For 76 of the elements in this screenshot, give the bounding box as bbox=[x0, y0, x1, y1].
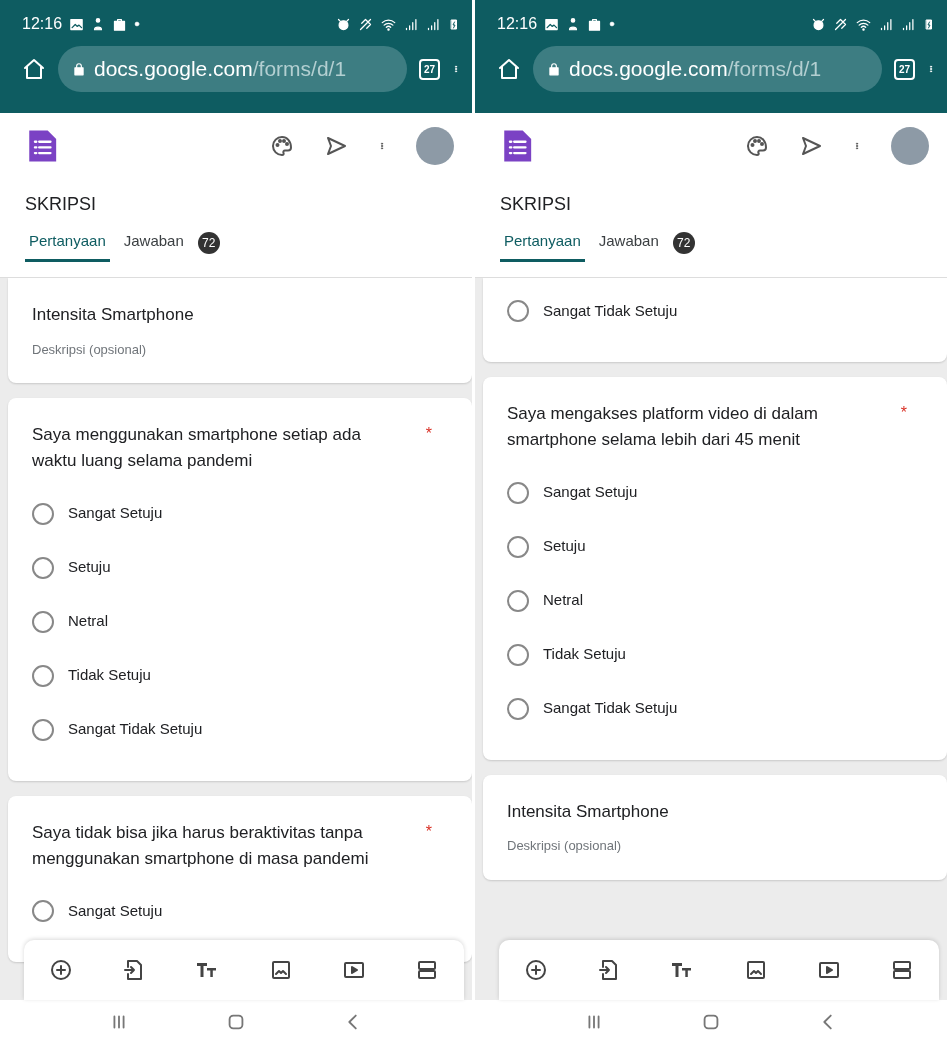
lock-icon bbox=[72, 61, 86, 77]
count-badge: 72 bbox=[672, 231, 695, 254]
palette-icon[interactable] bbox=[270, 134, 294, 158]
mute-icon bbox=[358, 16, 373, 32]
tab-count[interactable]: 27 bbox=[893, 58, 915, 80]
option-label: Sangat Tidak Setuju bbox=[543, 698, 678, 719]
required-mark: * bbox=[425, 424, 432, 444]
option-label: Setuju bbox=[543, 536, 586, 557]
form-title: SKRIPSI bbox=[25, 193, 98, 216]
option-label: Sangat Setuju bbox=[68, 503, 163, 524]
url-field[interactable]: docs.google.com/forms/d/1 bbox=[58, 46, 407, 92]
battery-icon bbox=[448, 16, 460, 32]
tab[interactable]: Jawaban bbox=[119, 224, 188, 262]
radio-button[interactable] bbox=[507, 697, 529, 720]
option-label: Netral bbox=[543, 590, 583, 611]
bag-icon bbox=[112, 16, 128, 32]
section-title: Intensita Smartphone bbox=[32, 304, 195, 326]
option-label: Sangat Tidak Setuju bbox=[68, 719, 203, 740]
signal-icon bbox=[901, 16, 916, 32]
alarm-icon bbox=[811, 16, 826, 32]
radio-button[interactable] bbox=[32, 502, 54, 525]
send-icon[interactable] bbox=[324, 134, 348, 158]
option-label: Tidak Setuju bbox=[68, 665, 151, 686]
option-label: Sangat Setuju bbox=[68, 901, 163, 922]
alarm-icon bbox=[336, 16, 351, 32]
add-icon[interactable] bbox=[48, 958, 73, 982]
option-label: Setuju bbox=[68, 557, 111, 578]
radio-button[interactable] bbox=[32, 718, 54, 741]
url-field[interactable]: docs.google.com/forms/d/1 bbox=[533, 46, 882, 92]
tab-count[interactable]: 27 bbox=[418, 58, 440, 80]
mute-icon bbox=[833, 16, 848, 32]
section-title: Intensita Smartphone bbox=[507, 800, 670, 823]
radio-button[interactable] bbox=[507, 589, 529, 612]
dot-icon bbox=[609, 21, 616, 27]
radio-button[interactable] bbox=[507, 535, 529, 558]
option-label: Tidak Setuju bbox=[543, 644, 626, 665]
question-text: Saya tidak bisa jika harus beraktivitas tanpa menggunakan smartphone di masa pandemi bbox=[32, 821, 370, 871]
home-icon[interactable] bbox=[22, 57, 46, 81]
palette-icon[interactable] bbox=[745, 134, 769, 158]
signal-icon bbox=[426, 16, 441, 32]
battery-icon bbox=[923, 16, 935, 32]
option-label: Netral bbox=[68, 611, 108, 632]
status-time: 12:16 bbox=[497, 14, 538, 34]
radio-button[interactable] bbox=[32, 556, 54, 579]
required-mark: * bbox=[900, 403, 907, 423]
radio-button[interactable] bbox=[32, 664, 54, 687]
section-description: Deskripsi (opsional) bbox=[507, 837, 623, 856]
home-icon[interactable] bbox=[497, 57, 521, 81]
tab[interactable]: Jawaban bbox=[594, 224, 663, 262]
required-mark: * bbox=[425, 821, 432, 842]
tab[interactable]: Pertanyaan bbox=[25, 224, 110, 262]
count-badge: 72 bbox=[197, 231, 220, 254]
radio-button[interactable] bbox=[507, 481, 529, 504]
option-label: Sangat Setuju bbox=[543, 482, 638, 503]
radio-button[interactable] bbox=[507, 300, 529, 322]
tab[interactable]: Pertanyaan bbox=[500, 224, 585, 262]
section-description: Deskripsi (opsional) bbox=[32, 340, 148, 359]
radio-button[interactable] bbox=[507, 643, 529, 666]
signal-icon bbox=[404, 16, 419, 32]
add-icon[interactable] bbox=[523, 958, 548, 982]
lock-icon bbox=[547, 61, 561, 77]
radio-button[interactable] bbox=[32, 610, 54, 633]
question-text: Saya mengakses platform video di dalam smartphone selama lebih dari 45 menit bbox=[507, 403, 819, 452]
form-title: SKRIPSI bbox=[500, 193, 573, 216]
radio-button[interactable] bbox=[32, 900, 54, 923]
option-label: Sangat Tidak Setuju bbox=[543, 300, 678, 321]
bag-icon bbox=[587, 16, 603, 32]
signal-icon bbox=[879, 16, 894, 32]
avatar-image[interactable] bbox=[891, 127, 929, 165]
avatar-image[interactable] bbox=[416, 127, 454, 165]
send-icon[interactable] bbox=[799, 134, 823, 158]
image-icon bbox=[544, 16, 560, 32]
status-time: 12:16 bbox=[22, 14, 63, 34]
question-text: Saya menggunakan smartphone setiap ada waktu luang selama pandemi bbox=[32, 424, 362, 473]
image-icon bbox=[69, 16, 85, 32]
dot-icon bbox=[134, 21, 141, 27]
